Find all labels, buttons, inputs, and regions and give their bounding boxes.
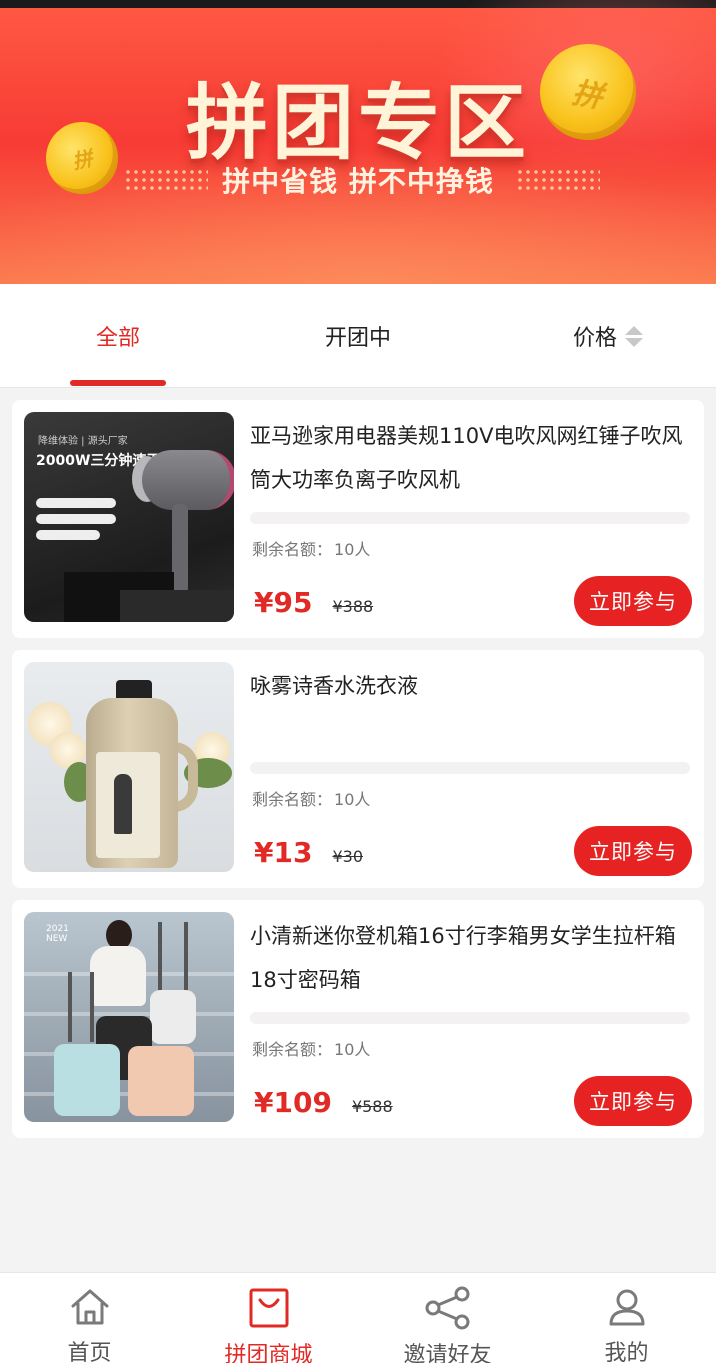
nav-item-invite[interactable]: 邀请好友 <box>358 1273 537 1363</box>
tab-open-group[interactable]: 开团中 <box>268 284 448 388</box>
label-figure <box>114 774 132 834</box>
bottom-nav: 首页 拼团商城 邀请好友 我的 <box>0 1272 716 1363</box>
original-price: ¥388 <box>332 597 374 616</box>
home-icon <box>69 1287 111 1327</box>
dryer-handle <box>172 504 188 594</box>
shopping-bag-icon <box>248 1287 290 1329</box>
remaining-label: 剩余名额： <box>252 790 333 809</box>
tab-label: 全部 <box>95 326 140 351</box>
suitcase-white <box>150 990 196 1044</box>
share-icon <box>424 1286 472 1330</box>
product-title[interactable]: 小清新迷你登机箱16寸行李箱男女学生拉杆箱18寸密码箱 <box>250 914 694 1002</box>
active-tab-indicator <box>70 380 166 386</box>
sort-icon <box>625 325 643 347</box>
remaining-slots: 剩余名额： 10人 <box>250 1036 370 1060</box>
nav-label: 拼团商城 <box>224 1343 313 1363</box>
product-image[interactable] <box>24 662 234 872</box>
remaining-label: 剩余名额： <box>252 1040 333 1059</box>
image-feature-tag <box>36 498 116 508</box>
remaining-value: 10人 <box>334 540 371 559</box>
group-price: ¥95 <box>254 586 313 619</box>
remaining-slots: 剩余名额： 10人 <box>250 536 370 560</box>
image-feature-tag <box>36 514 116 524</box>
remaining-value: 10人 <box>334 1040 371 1059</box>
banner-subtitle: 拼中省钱 拼不中挣钱 <box>222 165 494 198</box>
product-card[interactable]: 降维体验 | 源头厂家 2000W三分钟速干 亚马逊家用电器美规110V电吹风网… <box>12 400 704 638</box>
group-progress-bar <box>250 512 690 524</box>
price-row: ¥13 ¥30 <box>254 836 363 869</box>
group-progress-bar <box>250 1012 690 1024</box>
original-price: ¥30 <box>332 847 363 866</box>
group-price: ¥13 <box>254 836 313 869</box>
remaining-value: 10人 <box>334 790 371 809</box>
product-card[interactable]: 2021 NEW 小清新迷你登机箱16寸行李箱男女学生拉杆箱18寸密码箱 剩余名额… <box>12 900 704 1138</box>
product-image[interactable]: 降维体验 | 源头厂家 2000W三分钟速干 <box>24 412 234 622</box>
tab-all[interactable]: 全部 <box>28 284 208 388</box>
model-body <box>90 946 146 1006</box>
image-year-tag: 2021 NEW <box>46 924 69 944</box>
group-price: ¥109 <box>254 1086 332 1119</box>
remaining-label: 剩余名额： <box>252 540 333 559</box>
product-title[interactable]: 咏雾诗香水洗衣液 <box>250 664 694 708</box>
display-box <box>120 590 234 622</box>
product-image[interactable]: 2021 NEW <box>24 912 234 1122</box>
image-caption: 降维体验 | 源头厂家 <box>38 436 128 447</box>
nav-item-home[interactable]: 首页 <box>0 1273 179 1363</box>
product-title[interactable]: 亚马逊家用电器美规110V电吹风网红锤子吹风筒大功率负离子吹风机 <box>250 414 694 502</box>
product-card[interactable]: 咏雾诗香水洗衣液 剩余名额： 10人 ¥13 ¥30 立即参与 <box>12 650 704 888</box>
suitcase-pink <box>128 1046 194 1116</box>
banner-title: 拼团专区 <box>185 76 530 171</box>
nav-label: 首页 <box>67 1341 112 1363</box>
join-now-button[interactable]: 立即参与 <box>574 826 692 876</box>
promo-banner: 拼 拼 拼团专区 拼中省钱 拼不中挣钱 <box>0 0 716 284</box>
dryer-head <box>142 450 234 510</box>
original-price: ¥588 <box>351 1097 393 1116</box>
join-now-button[interactable]: 立即参与 <box>574 1076 692 1126</box>
suitcase-blue <box>54 1044 120 1116</box>
remaining-slots: 剩余名额： 10人 <box>250 786 370 810</box>
luggage-handle <box>68 972 72 1042</box>
join-now-button[interactable]: 立即参与 <box>574 576 692 626</box>
tab-label: 开团中 <box>324 326 391 351</box>
nav-label: 邀请好友 <box>403 1343 492 1363</box>
tab-label: 价格 <box>572 326 617 351</box>
price-row: ¥95 ¥388 <box>254 586 373 619</box>
filter-tabs: 全部 开团中 价格 <box>0 284 716 388</box>
group-progress-bar <box>250 762 690 774</box>
nav-item-mine[interactable]: 我的 <box>537 1273 716 1363</box>
tab-price[interactable]: 价格 <box>518 284 698 388</box>
nav-label: 我的 <box>604 1341 649 1363</box>
price-row: ¥109 ¥588 <box>254 1086 393 1119</box>
image-feature-tag <box>36 530 100 540</box>
nav-item-group-mall[interactable]: 拼团商城 <box>179 1273 358 1363</box>
user-icon <box>607 1287 647 1327</box>
luggage-handle <box>90 972 94 1042</box>
